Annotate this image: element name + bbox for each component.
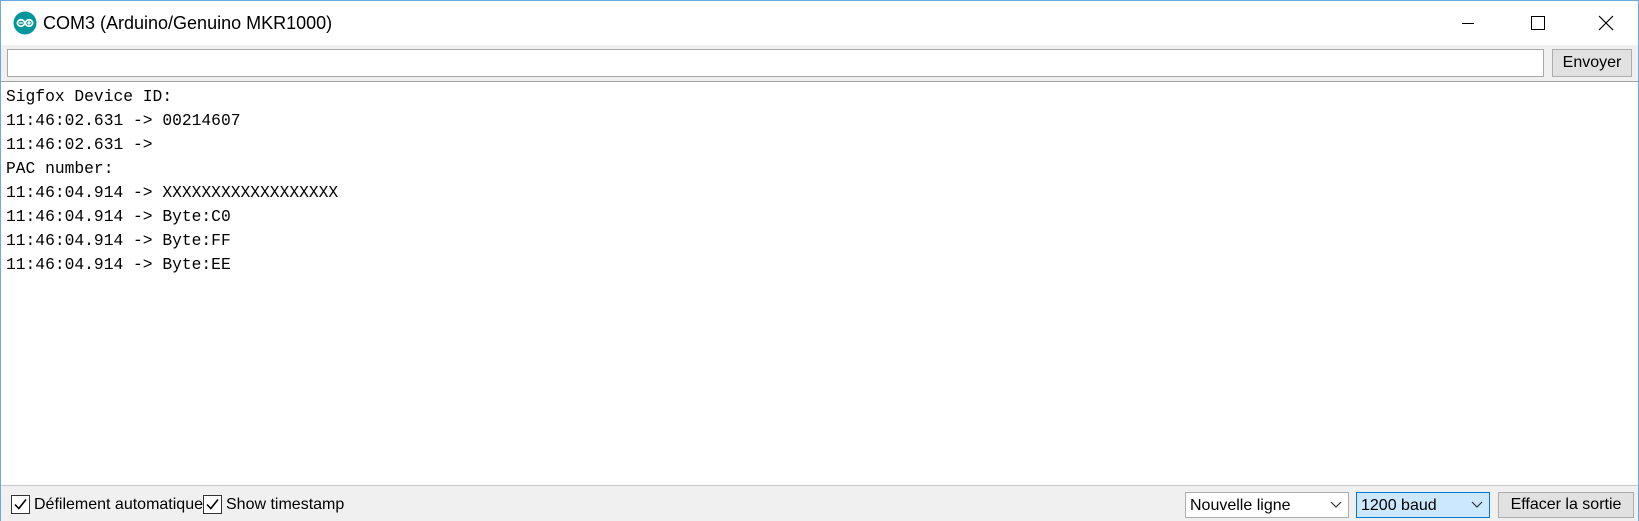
line-ending-value: Nouvelle ligne (1190, 497, 1291, 514)
output-line: 11:46:04.914 -> Byte:EE (6, 255, 231, 274)
minimize-icon (1462, 23, 1474, 24)
autoscroll-label[interactable]: Défilement automatique (34, 495, 203, 515)
output-line: 11:46:04.914 -> XXXXXXXXXXXXXXXXXX (6, 183, 339, 202)
serial-monitor-window: COM3 (Arduino/Genuino MKR1000) Envoyer S… (0, 0, 1639, 521)
timestamp-checkbox[interactable] (203, 495, 222, 514)
serial-output[interactable]: Sigfox Device ID: 11:46:02.631 -> 002146… (1, 81, 1638, 486)
output-line: PAC number: (6, 159, 114, 178)
clear-output-button[interactable]: Effacer la sortie (1498, 492, 1634, 518)
bottom-toolbar: Défilement automatique Show timestamp No… (1, 486, 1638, 521)
output-line: 11:46:04.914 -> Byte:C0 (6, 207, 231, 226)
output-line: 11:46:04.914 -> Byte:FF (6, 231, 231, 250)
output-line: 11:46:02.631 -> (6, 135, 163, 154)
close-icon (1598, 15, 1614, 31)
send-button[interactable]: Envoyer (1552, 49, 1632, 77)
timestamp-label[interactable]: Show timestamp (226, 495, 344, 515)
arduino-logo-icon (13, 11, 37, 35)
baud-rate-value: 1200 baud (1361, 497, 1437, 514)
chevron-down-icon (1330, 501, 1342, 508)
maximize-button[interactable] (1503, 1, 1573, 45)
line-ending-select[interactable]: Nouvelle ligne (1185, 492, 1349, 518)
chevron-down-icon (1471, 501, 1483, 508)
output-line: 11:46:02.631 -> 00214607 (6, 111, 241, 130)
send-row: Envoyer (1, 45, 1638, 81)
maximize-icon (1531, 16, 1545, 30)
minimize-button[interactable] (1433, 1, 1503, 45)
close-button[interactable] (1573, 1, 1639, 45)
title-bar: COM3 (Arduino/Genuino MKR1000) (1, 1, 1638, 45)
output-line: Sigfox Device ID: (6, 87, 173, 106)
send-input[interactable] (7, 49, 1544, 77)
baud-rate-select[interactable]: 1200 baud (1356, 492, 1490, 518)
autoscroll-checkbox[interactable] (11, 495, 30, 514)
checkmark-icon (14, 499, 27, 510)
window-title: COM3 (Arduino/Genuino MKR1000) (43, 13, 333, 33)
checkmark-icon (206, 499, 219, 510)
